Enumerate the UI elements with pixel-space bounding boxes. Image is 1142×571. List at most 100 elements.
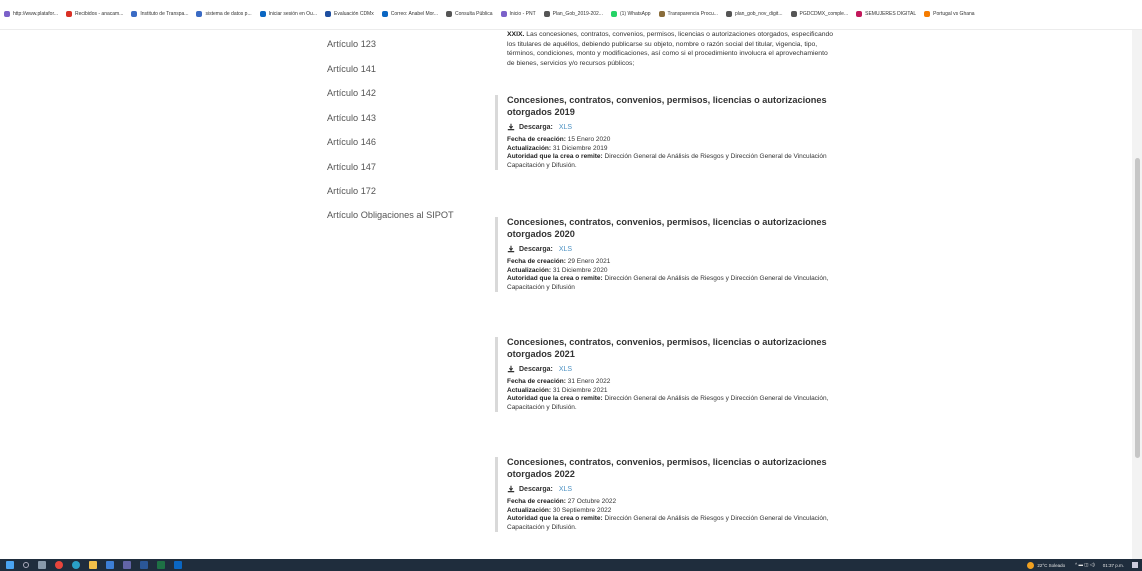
entry-metadata: Fecha de creación: 15 Enero 2020 Actuali… <box>507 136 835 170</box>
bookmarks-bar: http://www.platafor... Recibidos - anaca… <box>0 0 1142 30</box>
windows-start-icon[interactable] <box>6 561 14 569</box>
bookmark[interactable]: plan_gob_nov_digit... <box>725 9 783 19</box>
xls-download-link[interactable]: XLS <box>559 124 572 131</box>
created-value: 29 Enero 2021 <box>567 258 611 265</box>
sidebar-item-articulo-146[interactable]: Artículo 146 <box>327 136 477 161</box>
outlook-icon[interactable] <box>174 561 182 569</box>
xls-download-link[interactable]: XLS <box>559 366 572 373</box>
chrome-icon[interactable] <box>55 561 63 569</box>
entry-title: Concesiones, contratos, convenios, permi… <box>507 337 827 359</box>
bookmark-icon <box>500 11 507 17</box>
bookmark[interactable]: Evaluación CDMx <box>324 9 374 19</box>
bookmark[interactable]: Inicio - PNT <box>500 9 536 19</box>
authority-label: Autoridad que la crea o remite: <box>507 275 603 283</box>
sidebar-item-articulo-172[interactable]: Artículo 172 <box>327 185 477 210</box>
bookmark[interactable]: http://www.platafor... <box>4 9 58 19</box>
entry-metadata: Fecha de creación: 29 Enero 2021 Actuali… <box>507 258 835 292</box>
created-value: 15 Enero 2020 <box>567 136 611 143</box>
authority-label: Autoridad que la crea o remite: <box>507 153 603 161</box>
bookmark[interactable]: PGDCDMX_comple... <box>790 9 848 19</box>
created-label: Fecha de creación: <box>507 378 566 385</box>
scrollbar-thumb[interactable] <box>1135 158 1140 458</box>
entry-title: Concesiones, contratos, convenios, permi… <box>507 457 827 479</box>
whatsapp-icon <box>610 11 617 17</box>
sidebar-item-articulo-123[interactable]: Artículo 123 <box>327 38 477 63</box>
bookmark[interactable]: Transparencia Procu... <box>658 9 718 19</box>
bookmark[interactable]: SEMUJERES DIGITAL <box>856 9 916 19</box>
bookmark-icon <box>658 11 665 17</box>
teams-icon[interactable] <box>123 561 131 569</box>
bookmark[interactable]: Recibidos - anacam... <box>66 9 123 19</box>
updated-value: 31 Diciembre 2020 <box>552 266 608 274</box>
bookmark-icon <box>324 11 331 17</box>
authority-label: Autoridad que la crea o remite: <box>507 515 603 523</box>
sidebar-item-articulo-142[interactable]: Artículo 142 <box>327 87 477 112</box>
word-icon[interactable] <box>140 561 148 569</box>
tray-icons[interactable]: ^ ▬ ◫ ◁) <box>1075 562 1095 568</box>
document-entry: Concesiones, contratos, convenios, permi… <box>495 337 835 413</box>
bookmark[interactable]: (1) WhatsApp <box>610 9 651 19</box>
updated-value: 31 Diciembre 2019 <box>552 144 608 152</box>
entry-metadata: Fecha de creación: 31 Enero 2022 Actuali… <box>507 378 835 412</box>
sidebar-item-articulo-141[interactable]: Artículo 141 <box>327 63 477 88</box>
download-label: Descarga: <box>519 485 553 493</box>
created-label: Fecha de creación: <box>507 136 566 143</box>
download-row: Descarga: XLS <box>507 245 835 253</box>
entry-title: Concesiones, contratos, convenios, permi… <box>507 217 827 239</box>
fraction-description: XXIX. Las concesiones, contratos, conven… <box>507 30 837 68</box>
bookmark-icon <box>131 11 138 17</box>
globe-icon <box>543 11 550 17</box>
bookmark[interactable]: Consulta Pública <box>445 9 493 19</box>
download-row: Descarga: XLS <box>507 123 835 131</box>
bookmark-icon <box>196 11 203 17</box>
updated-value: 31 Diciembre 2021 <box>552 386 608 394</box>
bookmark[interactable]: sistema de datos p... <box>196 9 252 19</box>
weather-icon <box>1027 561 1035 569</box>
bookmark[interactable]: Instituto de Transpa... <box>131 9 188 19</box>
entry-metadata: Fecha de creación: 27 Octubre 2022 Actua… <box>507 498 835 532</box>
store-icon[interactable] <box>106 561 114 569</box>
document-entry: Concesiones, contratos, convenios, permi… <box>495 217 835 293</box>
updated-label: Actualización: <box>507 386 552 394</box>
bookmark-icon <box>4 11 10 17</box>
weather-text[interactable]: 22°C Soleado <box>1037 563 1065 568</box>
globe-icon <box>445 11 452 17</box>
page-scrollbar[interactable] <box>1132 30 1142 559</box>
sidebar-item-obligaciones-sipot[interactable]: Artículo Obligaciones al SIPOT <box>327 210 477 235</box>
sidebar-item-articulo-143[interactable]: Artículo 143 <box>327 112 477 137</box>
updated-value: 30 Septiembre 2022 <box>552 506 612 514</box>
bookmark-icon <box>924 11 931 17</box>
download-label: Descarga: <box>519 123 553 131</box>
created-label: Fecha de creación: <box>507 258 566 265</box>
gmail-icon <box>66 11 73 17</box>
fraction-text: Las concesiones, contratos, convenios, p… <box>507 31 834 67</box>
sidebar-item-articulo-147[interactable]: Artículo 147 <box>327 161 477 186</box>
bookmark[interactable]: Plan_Gob_2019-202... <box>543 9 603 19</box>
article-sidebar: Artículo 123 Artículo 141 Artículo 142 A… <box>327 38 477 234</box>
search-icon[interactable] <box>23 562 29 568</box>
bookmark[interactable]: Correo: Anabel Mor... <box>381 9 438 19</box>
updated-label: Actualización: <box>507 144 552 152</box>
notifications-icon[interactable] <box>1132 562 1138 568</box>
system-tray: 22°C Soleado ^ ▬ ◫ ◁) 01:37 p.m. <box>1027 559 1138 571</box>
globe-icon <box>790 11 797 17</box>
task-view-icon[interactable] <box>38 561 46 569</box>
bookmark[interactable]: Iniciar sesión en Ou... <box>259 9 317 19</box>
file-explorer-icon[interactable] <box>89 561 97 569</box>
download-label: Descarga: <box>519 245 553 253</box>
download-icon <box>507 245 515 253</box>
outlook-icon <box>381 11 388 17</box>
edge-icon[interactable] <box>72 561 80 569</box>
clock[interactable]: 01:37 p.m. <box>1103 563 1124 568</box>
updated-label: Actualización: <box>507 266 552 274</box>
created-value: 27 Octubre 2022 <box>567 498 617 505</box>
xls-download-link[interactable]: XLS <box>559 486 572 493</box>
bookmark[interactable]: Portugal vs Ghana <box>924 9 975 19</box>
outlook-icon <box>259 11 266 17</box>
xls-download-link[interactable]: XLS <box>559 246 572 253</box>
download-icon <box>507 485 515 493</box>
document-entry: Concesiones, contratos, convenios, permi… <box>495 95 835 171</box>
excel-icon[interactable] <box>157 561 165 569</box>
document-entry: Concesiones, contratos, convenios, permi… <box>495 457 835 533</box>
fraction-number: XXIX. <box>507 31 525 38</box>
